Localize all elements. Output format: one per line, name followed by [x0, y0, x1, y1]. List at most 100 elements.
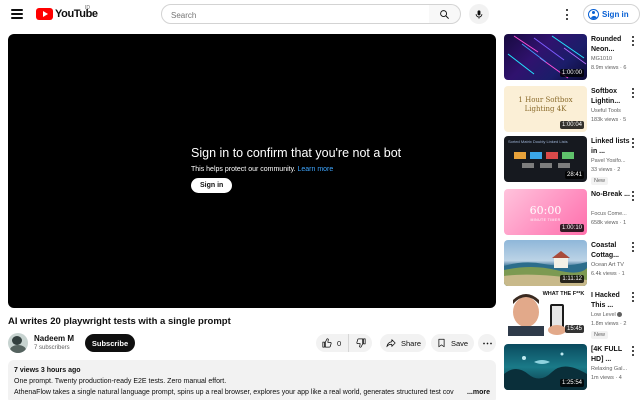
share-button[interactable]: Share	[380, 334, 426, 352]
kebab-menu-icon[interactable]	[630, 36, 636, 46]
channel-name[interactable]: Ocean Art TV	[591, 262, 636, 268]
channel-name[interactable]: Pavel Yosifo...	[591, 158, 636, 164]
channel-name[interactable]: MG1010	[591, 56, 636, 62]
video-duration: 1:11:12	[560, 275, 584, 283]
bookmark-icon	[438, 338, 445, 348]
channel-name[interactable]: Useful Tools	[591, 108, 636, 114]
share-label: Share	[401, 338, 422, 348]
bot-check-subtitle: This helps protect our community. Learn …	[191, 166, 401, 173]
view-count: 33 views · 2	[591, 167, 621, 173]
video-duration: 15:45	[564, 325, 584, 333]
recommendation-item[interactable]: Sorted Matrix Doubly Linked Lists 28:41 …	[504, 136, 640, 185]
channel-name[interactable]: Low Level	[591, 312, 636, 318]
channel-name[interactable]: Nadeem M	[34, 334, 74, 343]
settings-kebab-icon[interactable]	[563, 9, 571, 20]
save-button[interactable]: Save	[431, 334, 474, 352]
video-thumbnail[interactable]: 1:25:54	[504, 344, 587, 390]
video-title[interactable]: Softbox Lightin...	[591, 87, 631, 107]
mic-icon	[475, 9, 483, 19]
video-thumbnail[interactable]: 60:00 MINUTE TIMER 1:00:10	[504, 189, 587, 235]
share-icon	[386, 339, 396, 348]
video-title[interactable]: No-Break ...	[591, 190, 631, 200]
more-horizontal-icon	[482, 342, 492, 344]
video-duration: 1:00:10	[559, 224, 584, 232]
like-dislike-group: 0	[316, 334, 372, 352]
view-count: 6.4k views · 1	[591, 271, 625, 277]
recommendation-item[interactable]: 1:00:00 Rounded Neon... MG1010 8.9m view…	[504, 34, 640, 80]
video-player[interactable]: Sign in to confirm that you're not a bot…	[8, 34, 496, 308]
recommendation-item[interactable]: 1 Hour Softbox Lighting 4K 1:00:04 Softb…	[504, 86, 640, 132]
recommendation-item[interactable]: 1:25:54 [4K FULL HD] ... Relaxing Gal...…	[504, 344, 640, 390]
video-title[interactable]: Coastal Cottag...	[591, 241, 631, 261]
dislike-button[interactable]	[349, 334, 372, 352]
search-input[interactable]	[162, 6, 429, 25]
verified-icon	[616, 312, 622, 318]
channel-name-text: Low Level	[591, 312, 616, 318]
video-thumbnail[interactable]: 1:11:12	[504, 240, 587, 286]
description-more-link[interactable]: ...more	[467, 387, 490, 398]
recommendation-item[interactable]: 60:00 MINUTE TIMER 1:00:10 No-Break ... …	[504, 189, 640, 235]
kebab-menu-icon[interactable]	[630, 88, 636, 98]
play-logo-icon	[36, 8, 53, 20]
thumbnail-text: 1 Hour Softbox Lighting 4K	[518, 96, 573, 113]
like-count: 0	[337, 338, 342, 348]
video-title[interactable]: I Hacked This ...	[591, 291, 631, 311]
recommendation-item[interactable]: 1:11:12 Coastal Cottag... Ocean Art TV 6…	[504, 240, 640, 286]
description-box[interactable]: 7 views 3 hours ago One prompt. Twenty p…	[8, 360, 496, 400]
video-duration: 1:00:00	[559, 69, 584, 77]
bot-check-title: Sign in to confirm that you're not a bot	[191, 146, 402, 160]
video-title[interactable]: [4K FULL HD] ...	[591, 345, 631, 365]
search-icon	[440, 9, 449, 19]
kebab-menu-icon[interactable]	[630, 242, 636, 252]
view-count: 658k views · 1	[591, 220, 627, 226]
signin-button[interactable]: Sign in	[583, 4, 640, 24]
subscriber-count: 7 subscribers	[34, 345, 70, 351]
channel-avatar[interactable]	[8, 333, 28, 353]
more-actions-button[interactable]	[478, 334, 496, 352]
save-label: Save	[451, 338, 469, 348]
kebab-menu-icon[interactable]	[630, 138, 636, 148]
channel-name[interactable]: Relaxing Gal...	[591, 366, 636, 372]
search-box	[161, 4, 430, 25]
thumbs-up-icon	[322, 338, 332, 348]
kebab-menu-icon[interactable]	[630, 191, 636, 201]
description-meta: 7 views 3 hours ago	[14, 367, 81, 374]
player-signin-button[interactable]: Sign in	[191, 178, 233, 193]
video-thumbnail[interactable]: Sorted Matrix Doubly Linked Lists 28:41	[504, 136, 587, 182]
thumbnail-text: 60:00	[529, 204, 562, 217]
video-title[interactable]: Rounded Neon...	[591, 35, 631, 55]
menu-icon[interactable]	[11, 8, 23, 20]
channel-name[interactable]: Focus Come...	[591, 211, 636, 217]
video-duration: 1:25:54	[559, 379, 584, 387]
video-thumbnail[interactable]: WHAT THE F**K 15:45	[504, 290, 587, 336]
voice-search-button[interactable]	[469, 4, 489, 24]
bot-check-subtitle-text: This helps protect our community.	[191, 166, 296, 173]
logo-country-code: ID	[85, 5, 90, 11]
description-line-2: AthenaFlow takes a single natural langua…	[14, 389, 454, 396]
thumbnail-text: WHAT THE F**K	[542, 291, 585, 297]
account-icon	[588, 8, 599, 20]
search-button[interactable]	[429, 4, 461, 24]
kebab-menu-icon[interactable]	[630, 292, 636, 302]
thumbs-down-icon	[355, 338, 366, 348]
video-thumbnail[interactable]: 1:00:00	[504, 34, 587, 80]
new-badge: New	[591, 177, 609, 185]
video-duration: 28:41	[564, 171, 584, 179]
like-button[interactable]: 0	[316, 334, 349, 352]
video-thumbnail[interactable]: 1 Hour Softbox Lighting 4K 1:00:04	[504, 86, 587, 132]
thumbnail-subtext: MINUTE TIMER	[530, 218, 561, 222]
masthead: YouTube ID Sign in	[0, 0, 640, 28]
learn-more-link[interactable]: Learn more	[297, 166, 333, 173]
video-title[interactable]: Linked lists in ...	[591, 137, 631, 157]
signin-label: Sign in	[602, 9, 629, 19]
logo-text: YouTube	[55, 8, 98, 20]
video-title: AI writes 20 playwright tests with a sin…	[8, 316, 231, 327]
video-duration: 1:00:04	[559, 121, 584, 129]
view-count: 1m views · 4	[591, 375, 622, 381]
view-count: 1.8m views · 2	[591, 321, 627, 327]
subscribe-button[interactable]: Subscribe	[85, 334, 135, 352]
view-count: 8.9m views · 6	[591, 65, 627, 71]
kebab-menu-icon[interactable]	[630, 346, 636, 356]
recommendation-item[interactable]: WHAT THE F**K 15:45 I Hacked This ... Lo…	[504, 290, 640, 339]
description-line-1: One prompt. Twenty production-ready E2E …	[14, 378, 227, 385]
